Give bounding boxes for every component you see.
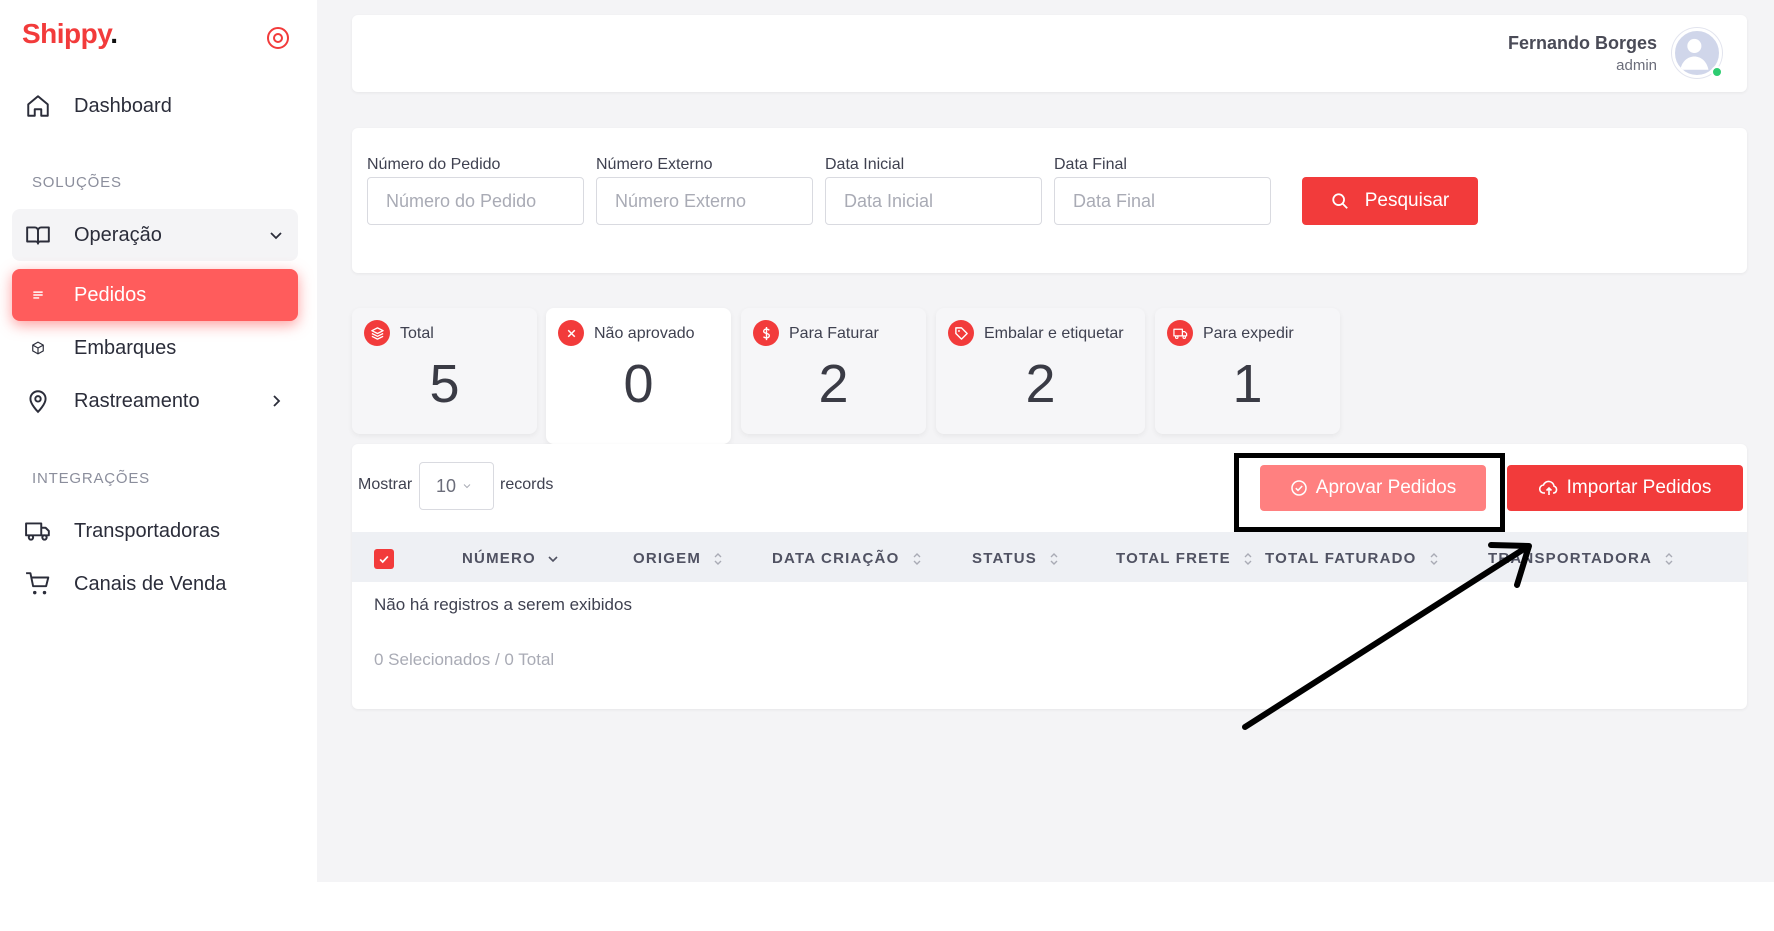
sidebar-item-canais-de-venda[interactable]: Canais de Venda (12, 558, 298, 610)
sidebar-item-label: Canais de Venda (74, 572, 227, 595)
sidebar-item-label: Pedidos (74, 283, 147, 306)
stat-value: 0 (623, 354, 654, 414)
chevron-down-icon (270, 232, 282, 240)
stat-card-total[interactable]: Total 5 (352, 308, 537, 434)
stat-card-nao-aprovado[interactable]: Não aprovado 0 (546, 308, 731, 444)
sidebar-item-label: Transportadoras (74, 519, 220, 542)
stat-value: 5 (429, 354, 460, 414)
chevron-down-icon (548, 556, 558, 563)
stat-value: 2 (818, 354, 849, 414)
page-size-select[interactable]: 10 (419, 462, 494, 510)
stat-label: Total (400, 325, 434, 342)
cloud-upload-icon (1538, 480, 1557, 495)
target-icon[interactable] (266, 26, 290, 50)
layers-icon (364, 320, 390, 346)
stat-card-embalar-etiquetar[interactable]: Embalar e etiquetar 2 (936, 308, 1145, 434)
sort-icon (1665, 553, 1673, 566)
numero-externo-label: Número Externo (596, 156, 713, 173)
annotation-arrow (1242, 542, 1532, 730)
book-open-icon (12, 222, 64, 248)
brand-logo[interactable]: Shippy. (22, 18, 118, 50)
numero-pedido-label: Número do Pedido (367, 156, 501, 173)
sidebar-item-label: Embarques (74, 336, 177, 359)
list-icon (12, 288, 64, 302)
search-icon (1332, 193, 1348, 209)
show-label: Mostrar (358, 476, 413, 493)
sidebar-item-label: Dashboard (74, 94, 172, 117)
column-label: TOTAL FRETE (1116, 550, 1231, 567)
map-pin-icon (12, 388, 64, 414)
search-button-label: Pesquisar (1364, 190, 1450, 211)
annotation-highlight-box (1234, 453, 1505, 532)
x-circle-icon (558, 320, 584, 346)
import-orders-button[interactable]: Importar Pedidos (1507, 465, 1743, 511)
numero-externo-input[interactable]: Número Externo (596, 177, 813, 225)
column-data-criacao[interactable]: DATA CRIAÇÃO (772, 550, 923, 568)
sort-icon (1050, 553, 1058, 566)
section-title-integrations: INTEGRAÇÕES (32, 470, 150, 487)
sidebar-item-label: Operação (74, 223, 162, 246)
data-final-input[interactable]: Data Final (1054, 177, 1271, 225)
numero-pedido-input[interactable]: Número do Pedido (367, 177, 584, 225)
truck-icon (12, 518, 64, 544)
column-label: STATUS (972, 550, 1037, 567)
empty-table-message: Não há registros a serem exibidos (374, 595, 632, 614)
sidebar-item-dashboard[interactable]: Dashboard (12, 80, 298, 132)
sidebar-item-transportadoras[interactable]: Transportadoras (12, 505, 298, 557)
stat-value: 1 (1232, 354, 1263, 414)
stat-value: 2 (1025, 354, 1056, 414)
import-orders-label: Importar Pedidos (1566, 477, 1712, 498)
select-all-checkbox[interactable] (374, 549, 394, 569)
column-label: NÚMERO (462, 550, 536, 567)
sidebar: Shippy. Dashboard SOLUÇÕES Operação Pedi… (0, 0, 317, 882)
sidebar-item-label: Rastreamento (74, 389, 200, 412)
column-label: DATA CRIAÇÃO (772, 550, 900, 567)
column-status[interactable]: STATUS (972, 550, 1060, 568)
main-content: Fernando Borges admin Número do Pedido N… (317, 0, 1774, 882)
stat-label: Embalar e etiquetar (984, 325, 1124, 342)
selection-summary: 0 Selecionados / 0 Total (374, 650, 555, 669)
chevron-down-icon (463, 484, 471, 489)
records-label: records (500, 476, 554, 493)
sidebar-item-pedidos[interactable]: Pedidos (12, 269, 298, 321)
page-size-value: 10 (436, 475, 457, 496)
section-title-solutions: SOLUÇÕES (32, 174, 122, 191)
sort-icon (714, 553, 722, 566)
sidebar-item-rastreamento[interactable]: Rastreamento (12, 375, 298, 427)
column-origem[interactable]: ORIGEM (633, 550, 724, 568)
stat-label: Não aprovado (594, 325, 695, 342)
column-numero[interactable]: NÚMERO (462, 550, 559, 568)
cart-icon (12, 571, 64, 597)
dollar-icon (753, 320, 779, 346)
column-label: ORIGEM (633, 550, 702, 567)
sort-icon (913, 553, 921, 566)
user-name: Fernando Borges (1507, 33, 1657, 53)
tag-icon (948, 320, 974, 346)
stat-label: Para Faturar (789, 325, 879, 342)
sidebar-item-embarques[interactable]: Embarques (12, 322, 298, 374)
box-icon (12, 341, 64, 355)
stat-card-para-expedir[interactable]: Para expedir 1 (1155, 308, 1340, 434)
online-status-dot (1711, 66, 1723, 78)
column-total-frete[interactable]: TOTAL FRETE (1116, 550, 1254, 568)
sidebar-item-operacao[interactable]: Operação (12, 209, 298, 261)
stat-card-para-faturar[interactable]: Para Faturar 2 (741, 308, 926, 434)
stat-label: Para expedir (1203, 325, 1294, 342)
chevron-right-icon (273, 395, 281, 407)
data-inicial-label: Data Inicial (825, 156, 905, 173)
top-bar: Fernando Borges admin (352, 15, 1747, 92)
check-icon (379, 555, 389, 564)
truck-icon (1167, 320, 1193, 346)
data-final-label: Data Final (1054, 156, 1127, 173)
filter-panel: Número do Pedido Número do Pedido Número… (352, 128, 1747, 273)
data-inicial-input[interactable]: Data Inicial (825, 177, 1042, 225)
home-icon (12, 93, 64, 119)
user-role: admin (1616, 57, 1657, 74)
search-button[interactable]: Pesquisar (1302, 177, 1478, 225)
